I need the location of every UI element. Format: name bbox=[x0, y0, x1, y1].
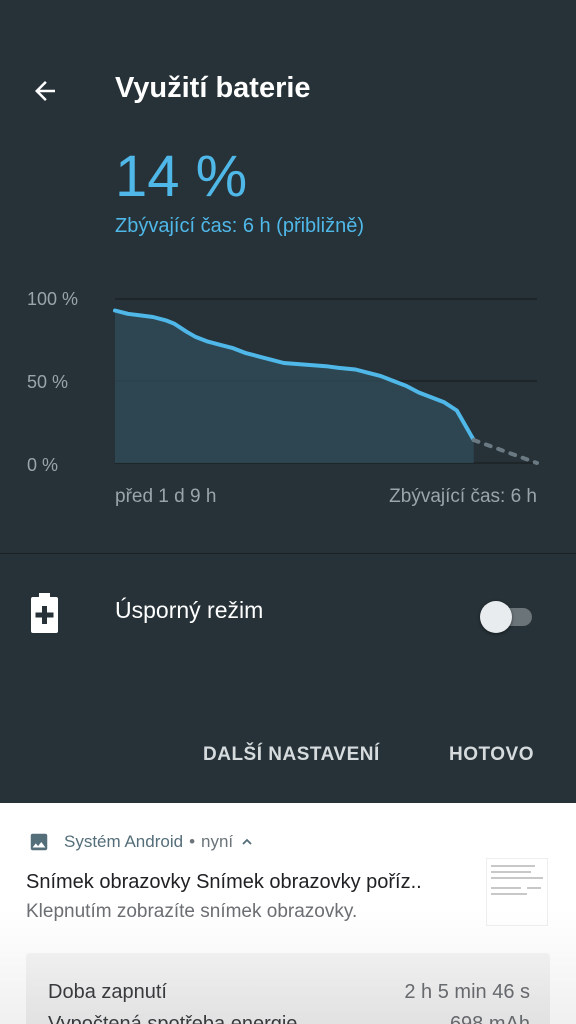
done-button[interactable]: HOTOVO bbox=[449, 744, 534, 766]
notification-separator: • bbox=[189, 832, 196, 851]
notification-card[interactable]: Systém Android • nyní Snímek obrazovky S… bbox=[0, 803, 576, 1024]
more-settings-button[interactable]: DALŠÍ NASTAVENÍ bbox=[203, 744, 380, 766]
details-label: Vypočtená spotřeba energie bbox=[48, 1013, 298, 1024]
dialog-actions: DALŠÍ NASTAVENÍ HOTOVO bbox=[0, 730, 576, 786]
projection-line bbox=[471, 438, 539, 465]
details-value: 698 mAh bbox=[449, 1013, 530, 1024]
image-icon bbox=[30, 833, 48, 851]
battery-plus-icon bbox=[31, 593, 58, 633]
x-end-label: Zbývající čas: 6 h bbox=[389, 486, 537, 507]
details-label: Doba zapnutí bbox=[48, 981, 167, 1003]
details-row: Vypočtená spotřeba energie 698 mAh bbox=[48, 1013, 530, 1024]
y-tick-label: 0 % bbox=[27, 455, 59, 475]
screenshot-thumbnail[interactable] bbox=[486, 858, 548, 926]
page-title: Využití baterie bbox=[115, 72, 311, 104]
remaining-time: Zbývající čas: 6 h (přibližně) bbox=[115, 215, 364, 237]
battery-saver-label: Úsporný režim bbox=[115, 597, 264, 623]
x-start-label: před 1 d 9 h bbox=[115, 486, 217, 507]
notification-time: nyní bbox=[201, 832, 234, 851]
notification-text: Klepnutím zobrazíte snímek obrazovky. bbox=[26, 901, 358, 922]
back-button[interactable] bbox=[22, 68, 68, 114]
divider bbox=[0, 553, 576, 554]
app-bar: Využití baterie bbox=[0, 0, 576, 180]
notification-app-name: Systém Android bbox=[64, 832, 184, 851]
notification-title: Snímek obrazovky Snímek obrazovky poříz.… bbox=[26, 871, 422, 893]
battery-percent: 14 % bbox=[115, 144, 248, 209]
notification-header: Systém Android • nyní bbox=[28, 829, 253, 855]
details-value: 2 h 5 min 46 s bbox=[404, 981, 530, 1003]
arrow-back-icon bbox=[35, 81, 55, 101]
y-tick-label: 50 % bbox=[27, 372, 69, 392]
battery-saver-toggle[interactable] bbox=[480, 601, 534, 633]
toggle-thumb bbox=[480, 601, 512, 633]
battery-chart: 100 % 50 % 0 % před 1 d 9 h Zbývající ča… bbox=[0, 280, 576, 520]
details-row: Doba zapnutí 2 h 5 min 46 s bbox=[48, 981, 530, 1004]
battery-chart-svg bbox=[113, 298, 539, 465]
battery-details-card: Doba zapnutí 2 h 5 min 46 s Vypočtená sp… bbox=[26, 953, 550, 1024]
history-area bbox=[115, 310, 474, 463]
chevron-up-icon[interactable] bbox=[241, 836, 253, 848]
battery-saver-row[interactable]: Úsporný režim bbox=[0, 575, 576, 655]
y-tick-label: 100 % bbox=[27, 289, 79, 309]
